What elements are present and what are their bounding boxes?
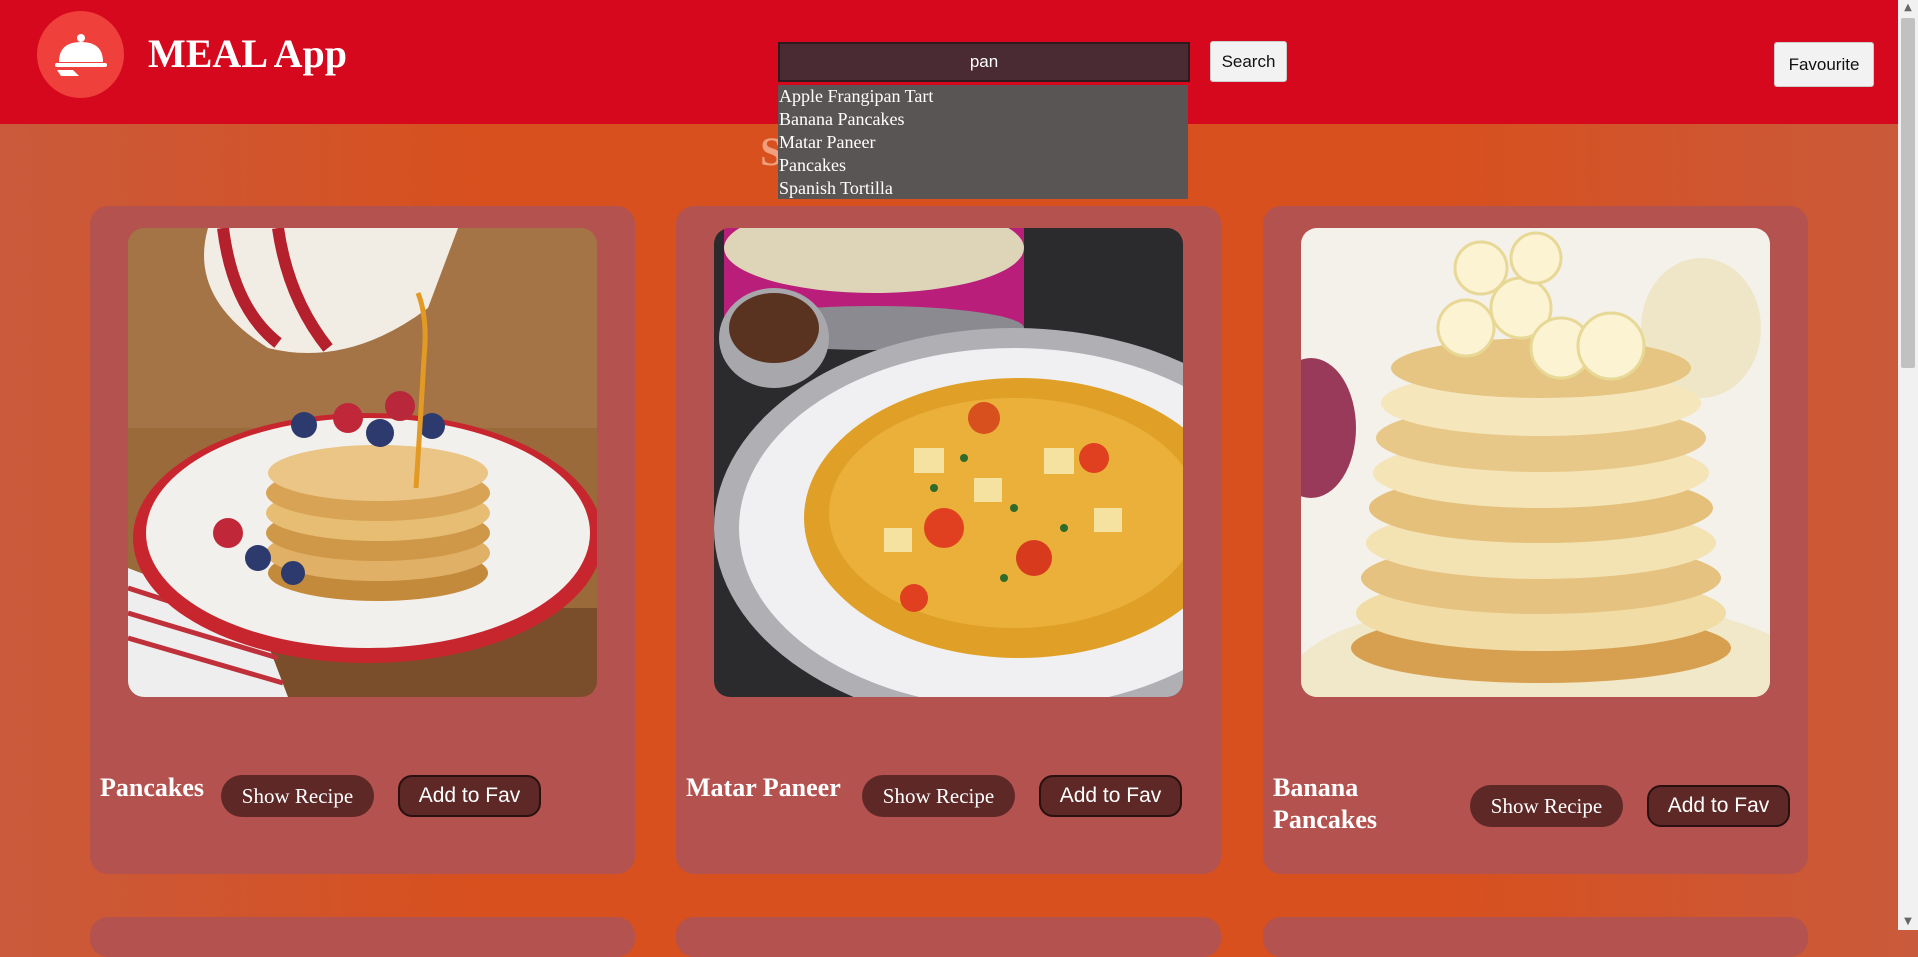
add-to-fav-button[interactable]: Add to Fav	[398, 775, 541, 817]
meal-image	[714, 228, 1183, 697]
meal-name: Pancakes	[100, 773, 204, 802]
app-title: MEAL App	[148, 31, 347, 76]
search-suggestions: Apple Frangipan Tart Banana Pancakes Mat…	[778, 85, 1188, 199]
suggestion-item[interactable]: Matar Paneer	[778, 131, 1188, 154]
meal-image	[128, 228, 597, 697]
search-input[interactable]	[778, 42, 1190, 82]
meal-card: Banana Pancakes Show Recipe Add to Fav	[1263, 206, 1808, 874]
favourite-button[interactable]: Favourite	[1774, 42, 1874, 87]
show-recipe-button[interactable]: Show Recipe	[862, 775, 1015, 817]
suggestion-item[interactable]: Spanish Tortilla	[778, 177, 1188, 200]
scrollbar[interactable]: ▲ ▼	[1898, 0, 1918, 930]
search-button[interactable]: Search	[1210, 41, 1287, 82]
meal-image	[1301, 228, 1770, 697]
suggestion-item[interactable]: Banana Pancakes	[778, 108, 1188, 131]
logo	[37, 11, 124, 98]
meal-card	[1263, 917, 1808, 957]
add-to-fav-button[interactable]: Add to Fav	[1039, 775, 1182, 817]
scroll-up-icon[interactable]: ▲	[1898, 0, 1918, 16]
meal-card: Matar Paneer Show Recipe Add to Fav	[676, 206, 1221, 874]
show-recipe-button[interactable]: Show Recipe	[1470, 785, 1623, 827]
add-to-fav-button[interactable]: Add to Fav	[1647, 785, 1790, 827]
show-recipe-button[interactable]: Show Recipe	[221, 775, 374, 817]
scroll-thumb[interactable]	[1901, 18, 1915, 368]
meal-card: Pancakes Show Recipe Add to Fav	[90, 206, 635, 874]
suggestion-item[interactable]: Pancakes	[778, 154, 1188, 177]
meal-name: Matar Paneer	[686, 773, 841, 802]
meal-card	[676, 917, 1221, 957]
cloche-icon	[54, 33, 107, 76]
meal-name: Banana Pancakes	[1273, 773, 1377, 834]
suggestion-item[interactable]: Apple Frangipan Tart	[778, 85, 1188, 108]
meal-card	[90, 917, 635, 957]
scroll-down-icon[interactable]: ▼	[1898, 914, 1918, 930]
